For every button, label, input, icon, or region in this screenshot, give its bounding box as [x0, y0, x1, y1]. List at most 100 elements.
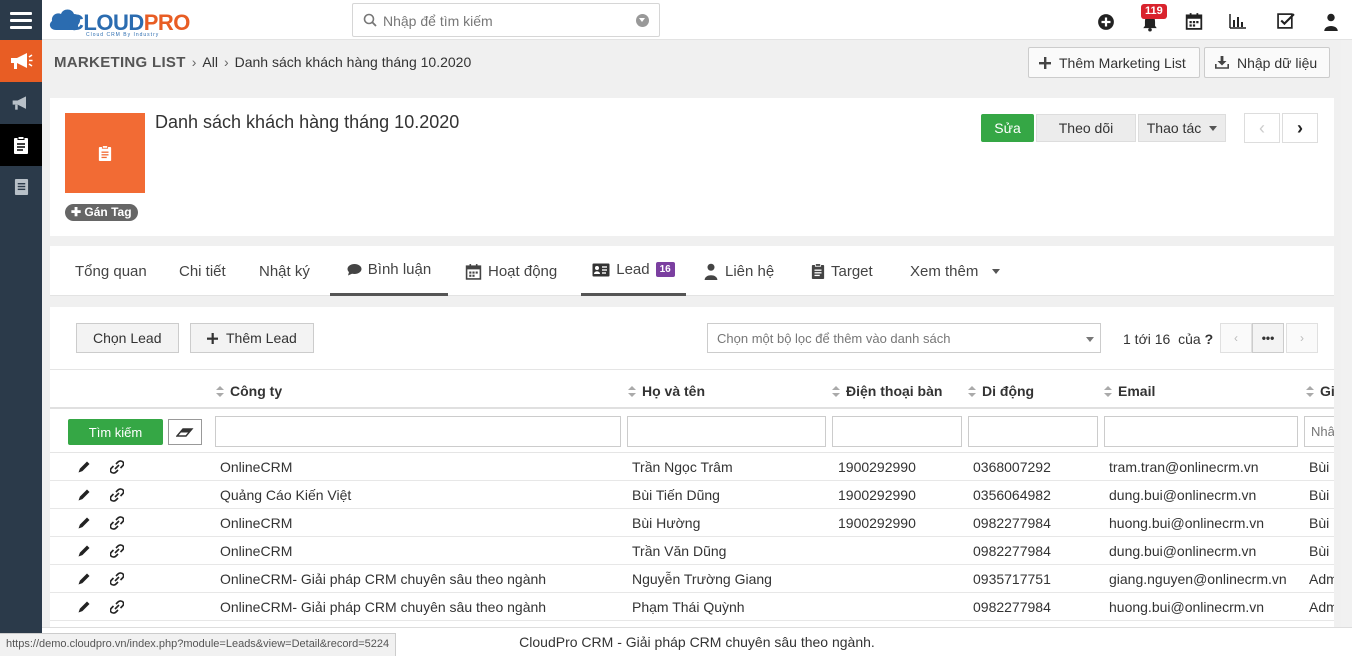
- search-input[interactable]: [383, 10, 623, 32]
- cell-full-name[interactable]: Trần Văn Dũng: [632, 543, 726, 559]
- unlink-icon[interactable]: [110, 488, 124, 502]
- add-marketing-list-button[interactable]: Thêm Marketing List: [1028, 47, 1200, 78]
- hamburger-menu-icon[interactable]: [0, 0, 42, 40]
- sidebar: [0, 40, 42, 656]
- sort-icon: [832, 386, 840, 398]
- page-scrollbar[interactable]: [1341, 40, 1352, 630]
- tab-label: Tổng quan: [75, 262, 147, 280]
- pager-total[interactable]: ?: [1205, 331, 1214, 347]
- filter-assigned-input[interactable]: [1304, 416, 1334, 447]
- sidebar-item-campaigns[interactable]: [0, 82, 42, 124]
- calendar-icon[interactable]: [1185, 12, 1203, 30]
- column-email[interactable]: Email: [1104, 383, 1155, 399]
- edit-button[interactable]: Sửa: [981, 114, 1034, 142]
- next-record-button[interactable]: ›: [1282, 113, 1318, 143]
- cell-full-name[interactable]: Bùi Hường: [632, 515, 700, 531]
- cell-office-phone: 1900292990: [838, 459, 916, 475]
- unlink-icon[interactable]: [110, 572, 124, 586]
- tab-label: Hoạt động: [488, 262, 558, 280]
- table-header: Công ty Họ và tên Điện thoại bàn Di động…: [50, 369, 1334, 409]
- global-search[interactable]: [352, 3, 660, 37]
- unlink-icon[interactable]: [110, 600, 124, 614]
- filter-email-input[interactable]: [1104, 416, 1298, 447]
- table-row[interactable]: OnlineCRM Trần Văn Dũng 0982277984 dung.bui…: [50, 537, 1334, 565]
- filter-mobile-input[interactable]: [968, 416, 1098, 447]
- cell-company: OnlineCRM: [220, 543, 293, 559]
- user-icon[interactable]: [1322, 13, 1340, 31]
- edit-pencil-icon[interactable]: [77, 488, 91, 502]
- tab-contacts[interactable]: Liên hệ: [703, 246, 774, 296]
- sidebar-item-marketing[interactable]: [0, 40, 42, 82]
- cell-assigned: Bùi: [1309, 543, 1330, 559]
- edit-pencil-icon[interactable]: [77, 516, 91, 530]
- edit-pencil-icon[interactable]: [77, 544, 91, 558]
- next-page-button[interactable]: ›: [1286, 323, 1318, 353]
- pagination-info: 1 tới 16 của ?: [1123, 331, 1213, 347]
- tab-activities[interactable]: Hoạt động: [465, 246, 557, 296]
- search-dropdown-icon[interactable]: [636, 14, 649, 27]
- tab-lead[interactable]: Lead 16: [581, 246, 686, 296]
- column-mobile[interactable]: Di động: [968, 383, 1034, 399]
- tab-overview[interactable]: Tổng quan: [75, 246, 147, 296]
- tab-history[interactable]: Nhật ký: [259, 246, 310, 296]
- cell-email: huong.bui@onlinecrm.vn: [1109, 599, 1265, 615]
- add-tag-button[interactable]: ✚ Gán Tag: [65, 204, 138, 221]
- column-assigned[interactable]: Gi: [1306, 383, 1334, 399]
- add-lead-button[interactable]: Thêm Lead: [190, 323, 314, 353]
- filter-company-input[interactable]: [215, 416, 621, 447]
- breadcrumb-module[interactable]: MARKETING LIST: [54, 54, 186, 71]
- sidebar-item-documents[interactable]: [0, 166, 42, 208]
- cell-email: tram.tran@onlinecrm.vn: [1109, 459, 1259, 475]
- import-data-label: Nhập dữ liệu: [1237, 54, 1318, 71]
- cloudpro-logo[interactable]: CLOUDPRO Cloud CRM By Industry: [48, 4, 208, 38]
- table-row[interactable]: OnlineCRM Bùi Hường 1900292990 0982277984 hu…: [50, 509, 1334, 537]
- add-circle-icon[interactable]: [1097, 13, 1115, 31]
- select-lead-button[interactable]: Chọn Lead: [76, 323, 179, 353]
- follow-button[interactable]: Theo dõi: [1036, 114, 1136, 142]
- cell-mobile: 0935717751: [973, 571, 1051, 587]
- actions-dropdown[interactable]: Thao tác: [1138, 114, 1226, 142]
- task-check-icon[interactable]: [1277, 12, 1295, 30]
- tab-comments[interactable]: Bình luận: [330, 246, 448, 296]
- search-button[interactable]: Tìm kiếm: [68, 419, 163, 445]
- import-data-button[interactable]: Nhập dữ liệu: [1204, 47, 1330, 78]
- edit-pencil-icon[interactable]: [77, 572, 91, 586]
- filter-name-input[interactable]: [627, 416, 826, 447]
- lead-count-badge: 16: [655, 262, 675, 277]
- filter-select[interactable]: Chọn một bộ lọc để thêm vào danh sách: [707, 323, 1101, 353]
- tab-target[interactable]: Target: [811, 246, 873, 296]
- notification-badge[interactable]: 119: [1141, 4, 1167, 19]
- column-office-phone[interactable]: Điện thoại bàn: [832, 383, 942, 399]
- column-full-name[interactable]: Họ và tên: [628, 383, 705, 399]
- table-row[interactable]: OnlineCRM- Giải pháp CRM chuyên sâu theo…: [50, 565, 1334, 593]
- previous-page-button[interactable]: ‹: [1220, 323, 1252, 353]
- tab-more[interactable]: Xem thêm: [910, 246, 1001, 296]
- unlink-icon[interactable]: [110, 460, 124, 474]
- cell-full-name[interactable]: Nguyễn Trường Giang: [632, 571, 772, 587]
- table-row[interactable]: OnlineCRM- Giải pháp CRM chuyên sâu theo…: [50, 593, 1334, 621]
- page-jump-button[interactable]: •••: [1252, 323, 1284, 353]
- cell-mobile: 0368007292: [973, 459, 1051, 475]
- cell-full-name[interactable]: Phạm Thái Quỳnh: [632, 599, 745, 615]
- previous-record-button[interactable]: ‹: [1244, 113, 1280, 143]
- sort-icon: [628, 386, 636, 398]
- clear-filter-button[interactable]: [168, 419, 202, 445]
- cell-full-name[interactable]: Trần Ngọc Trâm: [632, 459, 733, 475]
- breadcrumb-current: Danh sách khách hàng tháng 10.2020: [234, 54, 472, 70]
- cell-full-name[interactable]: Bùi Tiến Dũng: [632, 487, 720, 503]
- tab-details[interactable]: Chi tiết: [179, 246, 226, 296]
- edit-pencil-icon[interactable]: [77, 460, 91, 474]
- filter-phone-input[interactable]: [832, 416, 962, 447]
- sidebar-item-marketing-list[interactable]: [0, 124, 42, 166]
- edit-pencil-icon[interactable]: [77, 600, 91, 614]
- record-title: Danh sách khách hàng tháng 10.2020: [155, 112, 460, 132]
- column-company[interactable]: Công ty: [216, 383, 282, 399]
- unlink-icon[interactable]: [110, 516, 124, 530]
- breadcrumb-all[interactable]: All: [202, 54, 218, 70]
- bar-chart-icon[interactable]: [1229, 12, 1247, 30]
- document-list-icon: [98, 144, 112, 161]
- table-row[interactable]: OnlineCRM Trần Ngọc Trâm 1900292990 0368007…: [50, 453, 1334, 481]
- table-row[interactable]: Quảng Cáo Kiến Việt Bùi Tiến Dũng 19002929…: [50, 481, 1334, 509]
- cell-email: giang.nguyen@onlinecrm.vn: [1109, 571, 1287, 587]
- unlink-icon[interactable]: [110, 544, 124, 558]
